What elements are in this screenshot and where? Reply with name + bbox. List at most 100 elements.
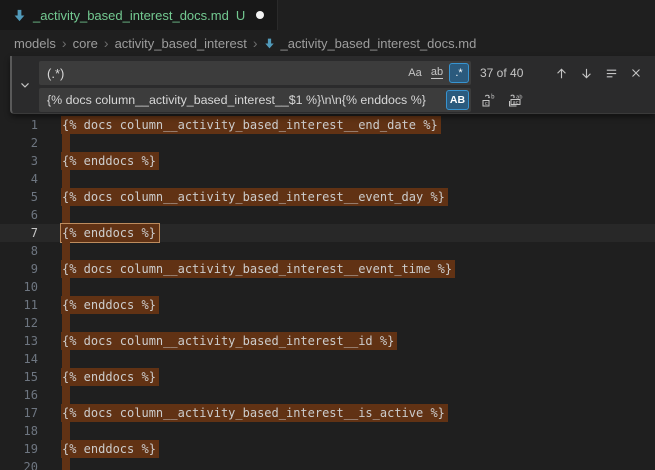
toggle-replace-button[interactable]: [12, 56, 38, 114]
line-text[interactable]: [62, 422, 70, 440]
close-find-button[interactable]: [627, 64, 645, 82]
line-text[interactable]: [62, 242, 70, 260]
svg-text:ac: ac: [513, 100, 519, 106]
replace-actions: b c ab ac: [480, 91, 524, 109]
line-number[interactable]: 1: [0, 116, 38, 134]
find-input[interactable]: (.*) Aa ab .*: [39, 61, 471, 85]
breadcrumb-item-file[interactable]: _activity_based_interest_docs.md: [263, 36, 476, 51]
line-text[interactable]: [62, 386, 70, 404]
line-number[interactable]: 5: [0, 188, 38, 206]
line-text[interactable]: [62, 206, 70, 224]
editor-line: 18: [0, 422, 655, 440]
editor-line: 19 {% enddocs %}: [0, 440, 655, 458]
line-number[interactable]: 9: [0, 260, 38, 278]
preserve-case-toggle[interactable]: AB: [446, 90, 469, 110]
editor-line: 12: [0, 314, 655, 332]
arrow-up-icon: [554, 66, 569, 81]
match-count: 37 of 40: [480, 66, 523, 80]
breadcrumb-item-core[interactable]: core: [73, 36, 98, 51]
line-number[interactable]: 12: [0, 314, 38, 332]
chevron-right-icon: ›: [104, 36, 109, 50]
line-number[interactable]: 19: [0, 440, 38, 458]
line-text[interactable]: [62, 458, 70, 470]
close-icon: [629, 66, 643, 80]
editor-line: 17 {% docs column__activity_based_intere…: [0, 404, 655, 422]
tab-active-file[interactable]: _activity_based_interest_docs.md U: [0, 0, 278, 30]
editor-line: 16: [0, 386, 655, 404]
editor-line: 20: [0, 458, 655, 470]
line-text[interactable]: {% docs column__activity_based_interest_…: [61, 260, 455, 278]
markdown-file-icon: [12, 8, 27, 23]
editor-line: 4: [0, 170, 655, 188]
find-replace-widget: (.*) Aa ab .* 37 of 40: [10, 56, 655, 114]
editor-line: 1 {% docs column__activity_based_interes…: [0, 116, 655, 134]
editor-line: 6: [0, 206, 655, 224]
replace-input-value: {% docs column__activity_based_interest_…: [39, 93, 446, 107]
line-text[interactable]: [62, 170, 70, 188]
whole-word-toggle[interactable]: ab: [427, 63, 447, 83]
line-text[interactable]: {% docs column__activity_based_interest_…: [61, 188, 448, 206]
line-text[interactable]: {% docs column__activity_based_interest_…: [61, 116, 441, 134]
breadcrumb-item-folder[interactable]: activity_based_interest: [115, 36, 247, 51]
editor-line: 5 {% docs column__activity_based_interes…: [0, 188, 655, 206]
replace-icon: b c: [481, 92, 497, 108]
editor-line: 13 {% docs column__activity_based_intere…: [0, 332, 655, 350]
line-text[interactable]: [62, 314, 70, 332]
markdown-file-icon: [263, 37, 276, 50]
line-number[interactable]: 2: [0, 134, 38, 152]
line-number[interactable]: 10: [0, 278, 38, 296]
chevron-right-icon: ›: [62, 36, 67, 50]
chevron-down-icon: [18, 78, 32, 92]
breadcrumb-file-label: _activity_based_interest_docs.md: [280, 36, 476, 51]
tab-bar: _activity_based_interest_docs.md U: [0, 0, 655, 30]
breadcrumb-item-models[interactable]: models: [14, 36, 56, 51]
find-nav-buttons: [552, 61, 645, 85]
previous-match-button[interactable]: [552, 64, 570, 82]
regex-toggle[interactable]: .*: [449, 63, 469, 83]
line-text[interactable]: {% enddocs %}: [61, 296, 159, 314]
chevron-right-icon: ›: [253, 36, 258, 50]
line-number[interactable]: 14: [0, 350, 38, 368]
editor-line: 8: [0, 242, 655, 260]
line-text[interactable]: {% docs column__activity_based_interest_…: [61, 332, 397, 350]
editor-line: 2: [0, 134, 655, 152]
line-text[interactable]: [62, 350, 70, 368]
next-match-button[interactable]: [577, 64, 595, 82]
editor-code-area[interactable]: 1 {% docs column__activity_based_interes…: [0, 113, 655, 470]
find-in-selection-button[interactable]: [602, 64, 620, 82]
replace-input[interactable]: {% docs column__activity_based_interest_…: [39, 88, 471, 112]
editor-line: 9 {% docs column__activity_based_interes…: [0, 260, 655, 278]
line-text[interactable]: {% enddocs %}: [61, 368, 159, 386]
line-text[interactable]: {% enddocs %}: [61, 440, 159, 458]
editor-line: 7 {% enddocs %}: [0, 224, 655, 242]
svg-text:b: b: [491, 94, 495, 101]
replace-button[interactable]: b c: [480, 91, 498, 109]
line-number[interactable]: 3: [0, 152, 38, 170]
match-case-toggle[interactable]: Aa: [405, 63, 425, 83]
line-number[interactable]: 4: [0, 170, 38, 188]
line-text[interactable]: [62, 134, 70, 152]
unsaved-indicator-dot[interactable]: [256, 11, 264, 19]
line-number[interactable]: 8: [0, 242, 38, 260]
line-number[interactable]: 7: [0, 224, 38, 242]
editor-line: 15 {% enddocs %}: [0, 368, 655, 386]
selection-lines-icon: [604, 66, 619, 81]
replace-all-button[interactable]: ab ac: [506, 91, 524, 109]
breadcrumb: models › core › activity_based_interest …: [0, 30, 655, 56]
line-number[interactable]: 17: [0, 404, 38, 422]
svg-text:c: c: [485, 101, 488, 107]
line-text[interactable]: [62, 278, 70, 296]
git-status-badge: U: [236, 8, 245, 23]
line-number[interactable]: 6: [0, 206, 38, 224]
line-number[interactable]: 20: [0, 458, 38, 470]
line-text[interactable]: {% enddocs %}: [61, 152, 159, 170]
line-number[interactable]: 16: [0, 386, 38, 404]
line-text[interactable]: {% docs column__activity_based_interest_…: [61, 404, 448, 422]
line-text[interactable]: {% enddocs %}: [61, 224, 159, 242]
line-number[interactable]: 13: [0, 332, 38, 350]
line-number[interactable]: 18: [0, 422, 38, 440]
editor-line: 3 {% enddocs %}: [0, 152, 655, 170]
line-number[interactable]: 11: [0, 296, 38, 314]
editor-line: 10: [0, 278, 655, 296]
line-number[interactable]: 15: [0, 368, 38, 386]
